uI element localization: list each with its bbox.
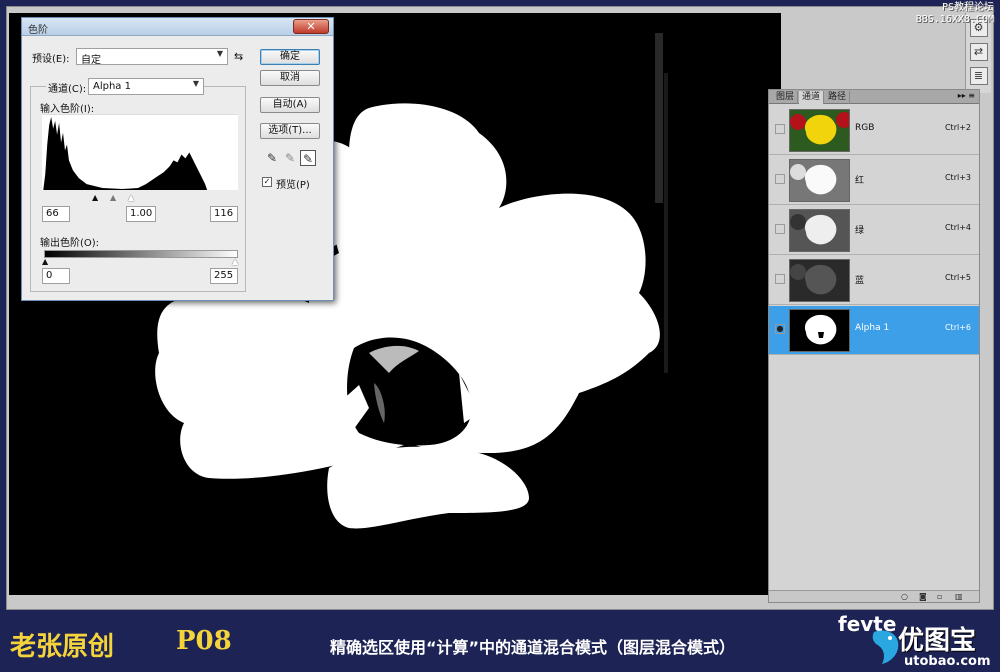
page-number: P08 (176, 626, 232, 656)
chevron-down-icon: ▼ (216, 49, 223, 58)
channel-shortcut: Ctrl+5 (944, 273, 971, 282)
visibility-toggle[interactable] (775, 224, 785, 234)
preset-options-icon[interactable]: ⇆ (234, 50, 243, 63)
red-thumbnail (789, 159, 850, 202)
preset-value: 自定 (81, 55, 101, 66)
input-gamma-field[interactable]: 1.00 (126, 206, 156, 222)
load-selection-icon[interactable]: ○ (901, 592, 908, 601)
preset-select[interactable]: 自定 ▼ (76, 48, 228, 66)
new-channel-icon[interactable]: ▫ (937, 592, 942, 601)
output-black-slider[interactable]: ▲ (42, 258, 48, 266)
input-black-field[interactable]: 66 (42, 206, 70, 222)
tab-channels[interactable]: 通道 (799, 91, 825, 104)
channel-value: Alpha 1 (93, 81, 131, 92)
options-button[interactable]: 选项(T)... (260, 123, 320, 139)
blue-thumbnail (789, 259, 850, 302)
channel-label: 通道(C): (46, 80, 89, 95)
white-eyedropper-icon[interactable]: ✎ (300, 150, 316, 166)
channel-row-alpha1[interactable]: ● Alpha 1 Ctrl+6 (769, 306, 979, 355)
white-point-slider[interactable]: ▲ (128, 194, 134, 202)
histogram (42, 114, 238, 190)
channel-shortcut: Ctrl+6 (944, 323, 971, 332)
channels-panel: 图层 通道 路径 ▸▸ ≡ RGB Ctrl+2 红 Ctrl+3 绿 Ctrl… (768, 89, 980, 603)
green-thumbnail (789, 209, 850, 252)
preset-label: 预设(E): (32, 54, 70, 65)
dialog-titlebar[interactable]: 色阶 ✕ (22, 18, 333, 36)
save-selection-icon[interactable]: ◙ (919, 592, 927, 601)
tab-paths[interactable]: 路径 (825, 91, 851, 104)
ok-button[interactable]: 确定 (260, 49, 320, 65)
preview-checkbox[interactable]: ✓ (262, 177, 272, 187)
channel-shortcut: Ctrl+2 (944, 123, 971, 132)
channel-shortcut: Ctrl+4 (944, 223, 971, 232)
chevron-down-icon: ▼ (192, 79, 199, 88)
channel-row-red[interactable]: 红 Ctrl+3 (769, 156, 979, 205)
logo-url: utobao.com (904, 654, 991, 669)
levels-dialog: 色阶 ✕ 预设(E): 自定 ▼ ⇆ 确定 取消 自动(A) 选项(T)... … (21, 17, 334, 301)
channel-shortcut: Ctrl+3 (944, 173, 971, 182)
panel-tabs: 图层 通道 路径 ▸▸ ≡ (769, 90, 979, 104)
actions-icon[interactable]: ⇄ (969, 43, 988, 61)
trash-icon[interactable]: ▥ (955, 592, 963, 601)
watermark-line1: PS教程论坛 (941, 2, 994, 13)
panel-footer: ○ ◙ ▫ ▥ (769, 590, 979, 602)
output-white-slider[interactable]: ▲ (232, 258, 238, 266)
layers-tool-icon[interactable]: ≣ (969, 67, 988, 85)
tab-layers[interactable]: 图层 (773, 91, 799, 104)
close-button[interactable]: ✕ (293, 19, 329, 34)
channel-name: 蓝 (855, 276, 865, 286)
logo-chinese: 优图宝 (898, 626, 977, 656)
output-white-field[interactable]: 255 (210, 268, 238, 284)
channel-row-green[interactable]: 绿 Ctrl+4 (769, 206, 979, 255)
channel-row-blue[interactable]: 蓝 Ctrl+5 (769, 256, 979, 305)
caption-description: 精确选区使用“计算”中的通道混合模式（图层混合模式） (330, 638, 736, 657)
channel-select[interactable]: Alpha 1 ▼ (88, 78, 204, 95)
preview-label: 预览(P) (276, 180, 310, 191)
alpha-thumbnail (789, 309, 850, 352)
output-gradient (44, 250, 238, 258)
input-levels-label: 输入色阶(I): (40, 104, 95, 115)
rgb-thumbnail (789, 109, 850, 152)
visibility-toggle[interactable] (775, 174, 785, 184)
eye-icon[interactable]: ● (775, 324, 785, 334)
output-black-field[interactable]: 0 (42, 268, 70, 284)
channel-name: 红 (855, 176, 865, 186)
channel-name: 绿 (855, 226, 865, 236)
panel-menu-icon[interactable]: ▸▸ ≡ (958, 91, 975, 100)
black-point-slider[interactable]: ▲ (92, 194, 98, 202)
channel-name: Alpha 1 (855, 323, 890, 333)
cancel-button[interactable]: 取消 (260, 70, 320, 86)
channel-name: RGB (855, 123, 875, 133)
site-logo: fevte 优图宝 utobao.com (838, 612, 1000, 672)
visibility-toggle[interactable] (775, 124, 785, 134)
author-label: 老张原创 (10, 632, 115, 662)
forum-watermark: PS教程论坛 BBS.16XX8.COM (916, 2, 994, 26)
black-eyedropper-icon[interactable]: ✎ (264, 150, 280, 166)
visibility-toggle[interactable] (775, 274, 785, 284)
dialog-title: 色阶 (28, 25, 48, 36)
gray-eyedropper-icon[interactable]: ✎ (282, 150, 298, 166)
gamma-slider[interactable]: ▲ (110, 194, 116, 202)
channel-row-rgb[interactable]: RGB Ctrl+2 (769, 106, 979, 155)
outer-frame: ⚙ ⇄ ≣ PS教程论坛 BBS.16XX8.COM 色阶 ✕ 预设(E): 自… (0, 0, 1000, 672)
input-white-field[interactable]: 116 (210, 206, 238, 222)
watermark-line2: BBS.16XX8.COM (915, 14, 994, 25)
output-levels-label: 输出色阶(O): (40, 238, 100, 249)
auto-button[interactable]: 自动(A) (260, 97, 320, 113)
